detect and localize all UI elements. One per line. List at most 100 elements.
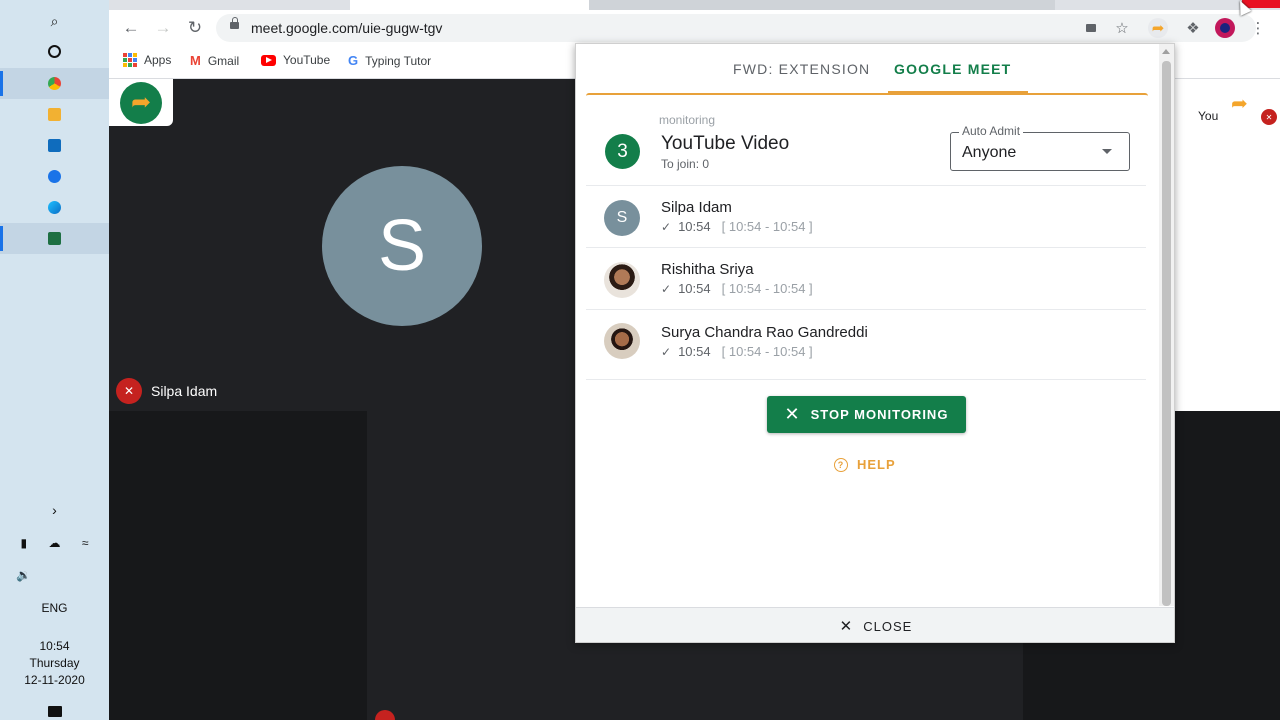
popup-tabs: FWD: EXTENSION GOOGLE MEET	[586, 44, 1148, 94]
help-button[interactable]: ? HELP	[834, 457, 896, 472]
check-icon: ✓	[661, 344, 672, 359]
participant-row: Rishitha Sriya ✓ 10:54 [ 10:54 - 10:54 ]	[586, 248, 1146, 310]
active-tab[interactable]	[350, 0, 592, 10]
monitoring-label: monitoring	[659, 113, 716, 127]
microphone-icon[interactable]: ▮	[21, 536, 28, 550]
scroll-up-arrow-icon[interactable]	[1162, 49, 1170, 54]
bookmark-label: Gmail	[207, 53, 240, 68]
url-text[interactable]: meet.google.com/uie-gugw-tgv	[251, 20, 442, 36]
extension-badge[interactable]: ➦	[109, 79, 173, 126]
menu-kebab-icon[interactable]: ⋮	[1248, 18, 1268, 38]
tab-fwd-extension[interactable]: FWD: EXTENSION	[733, 61, 870, 77]
auto-admit-label: Auto Admit	[959, 124, 1024, 138]
close-icon: ✕	[784, 404, 801, 424]
video-tile	[109, 411, 367, 720]
clock-time[interactable]: 10:54	[0, 639, 109, 653]
store-taskbar-icon[interactable]	[0, 99, 109, 130]
mic-off-icon: ✕	[116, 378, 142, 404]
star-icon[interactable]: ☆	[1112, 18, 1132, 38]
cortana-icon[interactable]	[0, 36, 109, 67]
monitor-header: 3 monitoring YouTube Video To join: 0 Au…	[586, 102, 1146, 186]
to-join-count: To join: 0	[661, 157, 710, 171]
bookmark-youtube[interactable]: YouTube	[261, 53, 330, 67]
notifications-icon[interactable]	[0, 706, 109, 720]
tab-google-meet[interactable]: GOOGLE MEET	[894, 61, 1011, 77]
mic-off-icon: ✕	[1261, 109, 1277, 125]
help-label: HELP	[857, 457, 896, 472]
forward-button[interactable]: →	[151, 16, 175, 40]
avatar	[604, 323, 640, 359]
avatar: S	[604, 200, 640, 236]
self-label: You	[1198, 109, 1219, 123]
joined-time: 10:54	[678, 281, 711, 296]
self-view-tile: You ➦ ✕	[1175, 79, 1280, 411]
gmail-icon: M	[190, 53, 201, 68]
bookmark-apps[interactable]: Apps	[123, 53, 171, 67]
auto-admit-value: Anyone	[962, 144, 1017, 161]
stop-monitoring-button[interactable]: ✕ STOP MONITORING	[767, 396, 966, 433]
extensions-puzzle-icon[interactable]: ❖	[1183, 18, 1203, 38]
browser-toolbar: ← → ↻ meet.google.com/uie-gugw-tgv ☆ ➦ ❖…	[109, 10, 1280, 46]
back-button[interactable]: ←	[119, 16, 143, 40]
teamviewer-taskbar-icon[interactable]	[0, 161, 109, 192]
participant-avatar: S	[322, 166, 482, 326]
google-icon: G	[348, 53, 359, 68]
participant-name: Surya Chandra Rao Gandreddi	[661, 324, 868, 341]
onedrive-icon[interactable]: ☁	[49, 536, 61, 550]
mic-off-icon	[375, 710, 395, 720]
chrome-taskbar-icon[interactable]	[0, 68, 109, 99]
tab[interactable]	[589, 0, 821, 10]
clock-day: Thursday	[29, 656, 80, 670]
auto-admit-select[interactable]: Auto Admit Anyone	[950, 124, 1130, 171]
close-label: CLOSE	[863, 618, 913, 634]
tray-icons: ▮ ☁ ≈	[0, 536, 109, 550]
scrollbar[interactable]	[1159, 44, 1174, 606]
forward-arrow-icon: ➦	[1231, 93, 1248, 115]
monitoring-title: YouTube Video	[661, 133, 790, 154]
search-icon[interactable]: ⌕	[0, 5, 109, 36]
clock-date: 12-11-2020	[24, 673, 85, 687]
bookmark-label: Typing Tutor	[365, 53, 432, 68]
close-button[interactable]: ✕ CLOSE	[576, 607, 1174, 642]
help-icon: ?	[834, 457, 848, 472]
participant-name: Silpa Idam	[661, 199, 732, 216]
participant-row: S Silpa Idam ✓ 10:54 [ 10:54 - 10:54 ]	[586, 186, 1146, 248]
language-indicator[interactable]: ENG	[0, 601, 109, 615]
participant-count-badge: 3	[605, 134, 640, 169]
edge-taskbar-icon[interactable]	[0, 192, 109, 223]
scrollbar-thumb[interactable]	[1162, 61, 1171, 606]
participant-time: ✓ 10:54 [ 10:54 - 10:54 ]	[661, 344, 813, 359]
bookmark-label: YouTube	[283, 53, 331, 67]
youtube-icon	[261, 54, 276, 66]
stop-monitoring-label: STOP MONITORING	[810, 407, 949, 422]
camera-icon[interactable]	[1081, 18, 1101, 38]
forward-arrow-extension-icon[interactable]: ➦	[1148, 18, 1168, 38]
excel-taskbar-icon[interactable]	[0, 223, 109, 254]
tab[interactable]	[821, 0, 1055, 10]
bookmark-typing-tutor[interactable]: G Typing Tutor	[348, 53, 431, 68]
chevron-right-icon[interactable]: ›	[0, 502, 109, 518]
joined-time: 10:54	[678, 344, 711, 359]
forward-arrow-logo-icon: ➦	[120, 81, 162, 124]
close-icon: ✕	[839, 618, 854, 635]
check-icon: ✓	[661, 281, 672, 296]
volume-icon[interactable]: 🔉	[0, 568, 109, 582]
time-range: [ 10:54 - 10:54 ]	[721, 281, 813, 296]
reload-button[interactable]: ↻	[183, 16, 207, 40]
lock-icon[interactable]	[230, 17, 239, 29]
participant-name: Silpa Idam	[151, 383, 218, 399]
bookmark-label: Apps	[144, 53, 172, 67]
dropdown-caret-icon	[1102, 149, 1112, 154]
bookmark-gmail[interactable]: M Gmail	[190, 53, 239, 68]
participant-tile-name	[375, 710, 395, 720]
avatar	[604, 262, 640, 298]
wifi-icon[interactable]: ≈	[82, 536, 89, 550]
windows-taskbar: ⌕ › ▮ ☁ ≈ 🔉 ENG 10:54 Thursday 12-11-202…	[0, 0, 109, 720]
mail-taskbar-icon[interactable]	[0, 130, 109, 161]
participant-time: ✓ 10:54 [ 10:54 - 10:54 ]	[661, 219, 813, 234]
time-range: [ 10:54 - 10:54 ]	[721, 344, 813, 359]
profile-avatar[interactable]	[1215, 18, 1235, 38]
time-range: [ 10:54 - 10:54 ]	[721, 219, 813, 234]
participant-name: Rishitha Sriya	[661, 261, 754, 278]
extension-popup: FWD: EXTENSION GOOGLE MEET 3 monitoring …	[575, 43, 1175, 643]
